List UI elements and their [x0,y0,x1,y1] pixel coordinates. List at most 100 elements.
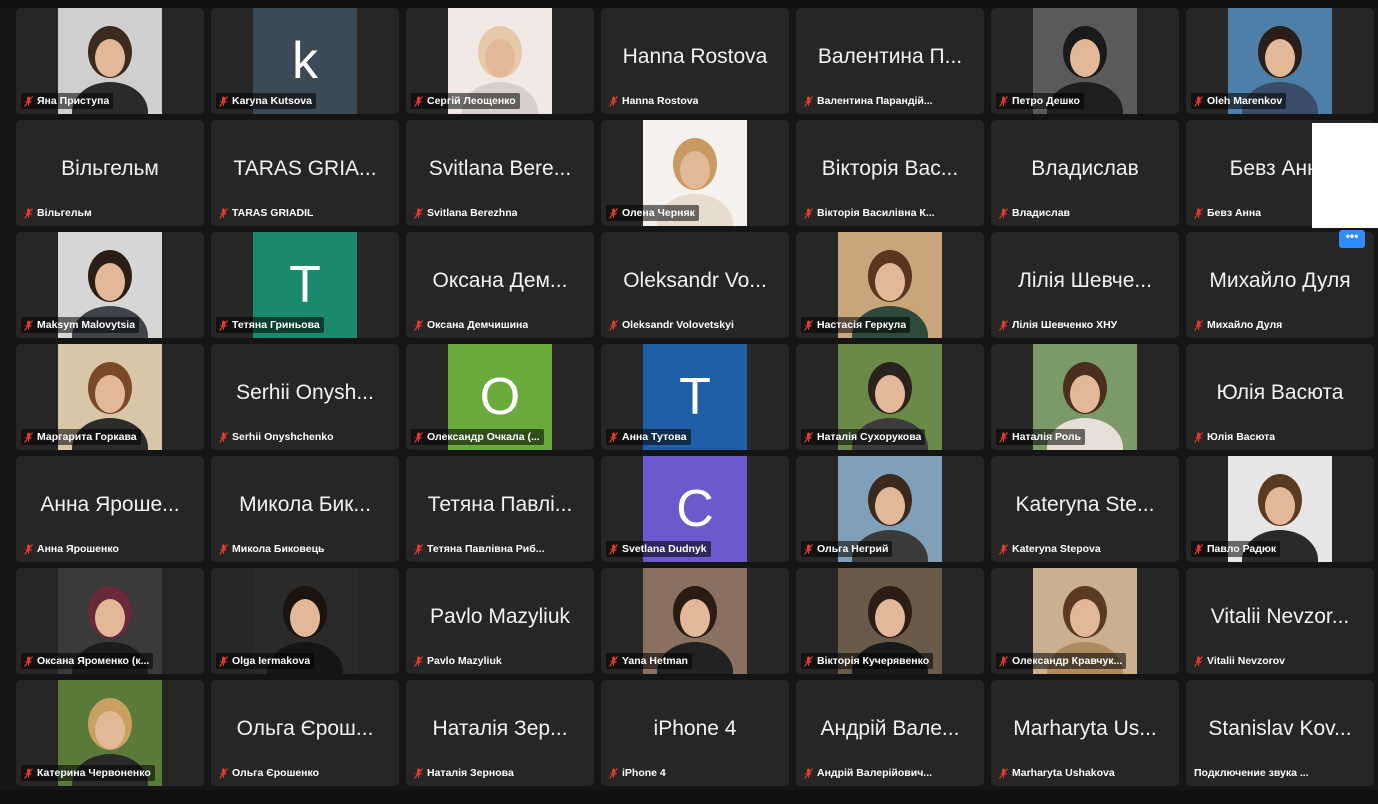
participant-name: Микола Биковець [232,543,325,555]
participant-tile[interactable]: Marharyta Us... Marharyta Ushakova [991,680,1179,786]
participant-tile[interactable]: Svitlana Bere... Svitlana Berezhna [406,120,594,226]
participant-name-label: Подключение звука ... [1191,765,1313,781]
participant-name: Олександр Очкала (... [427,431,540,443]
participant-tile[interactable]: Stanislav Kov... Подключение звука ... [1186,680,1374,786]
participant-tile[interactable]: C Svetlana Dudnyk [601,456,789,562]
participant-tile[interactable]: Вікторія Кучерявенко [796,568,984,674]
participant-name: Маргарита Горкава [37,431,137,443]
participant-name-label: Hanna Rostova [606,93,702,109]
ellipsis-icon: ••• [1345,229,1359,243]
mic-muted-icon [414,319,423,331]
participant-tile[interactable]: Serhii Onysh... Serhii Onyshchenko [211,344,399,450]
mic-muted-icon [219,95,228,107]
participant-tile[interactable]: Олександр Кравчук... [991,568,1179,674]
participant-name: Вікторія Кучерявенко [817,655,930,667]
mic-muted-icon [1194,95,1203,107]
participant-display-name: TARAS GRIA... [233,157,377,180]
participant-name-label: Павло Радюк [1191,541,1281,557]
participant-tile[interactable]: Оксана Дем... Оксана Демчишина [406,232,594,338]
participant-name-label: Svitlana Berezhna [411,205,521,221]
participant-name: Svetlana Dudnyk [622,543,707,555]
participant-tile[interactable]: Oleksandr Vo... Oleksandr Volovetskyi [601,232,789,338]
participant-tile[interactable]: Настасія Геркула [796,232,984,338]
participant-tile[interactable]: Oleh Marenkov [1186,8,1374,114]
participant-tile[interactable]: Яна Приступа [16,8,204,114]
participant-name-label: Катерина Червоненко [21,765,155,781]
participant-name: Vitalii Nevzorov [1207,655,1286,667]
participant-tile[interactable]: Катерина Червоненко [16,680,204,786]
participant-tile[interactable]: Maksym Malovytsia [16,232,204,338]
participant-tile[interactable]: Олена Черняк [601,120,789,226]
participant-tile[interactable]: Андрій Вале... Андрій Валерійович... [796,680,984,786]
participant-display-name: Vitalii Nevzor... [1210,605,1350,628]
participant-tile[interactable]: Лілія Шевче... Лілія Шевченко ХНУ [991,232,1179,338]
participant-tile[interactable]: Валентина П... Валентина Парандій... [796,8,984,114]
participant-display-name: Marharyta Us... [1013,717,1157,740]
participant-name-label: Оксана Яроменко (к... [21,653,154,669]
mic-muted-icon [609,655,618,667]
participant-name-label: Оксана Демчишина [411,317,532,333]
participant-name: Olga Iermakova [232,655,311,667]
mic-muted-icon [414,95,423,107]
participant-tile[interactable]: Наталія Зер... Наталія Зернова [406,680,594,786]
participant-tile[interactable]: k Karyna Kutsova [211,8,399,114]
mic-muted-icon [1194,655,1203,667]
more-options-button[interactable]: ••• [1339,230,1365,248]
participant-tile[interactable]: Юлія Васюта Юлія Васюта [1186,344,1374,450]
mic-muted-icon [414,543,423,555]
participant-tile[interactable]: TARAS GRIA... TARAS GRIADIL [211,120,399,226]
participant-tile[interactable]: iPhone 4 iPhone 4 [601,680,789,786]
participant-name-label: Владислав [996,205,1074,221]
participant-display-name: Тетяна Павлі... [427,493,573,516]
mic-muted-icon [24,319,33,331]
participant-gallery: Яна Приступа k Karyna Kutsova Сергій Леощен… [16,8,1374,786]
participant-tile[interactable]: Маргарита Горкава [16,344,204,450]
participant-name-label: Юлія Васюта [1191,429,1279,445]
participant-tile[interactable]: Olga Iermakova [211,568,399,674]
participant-tile[interactable]: Hanna Rostova Hanna Rostova [601,8,789,114]
participant-tile[interactable]: Vitalii Nevzor... Vitalii Nevzorov [1186,568,1374,674]
participant-tile[interactable]: Владислав Владислав [991,120,1179,226]
participant-name-label: Oleksandr Volovetskyi [606,317,738,333]
mic-muted-icon [1194,319,1203,331]
participant-name: Yana Hetman [622,655,688,667]
participant-name: Наталія Роль [1012,431,1082,443]
participant-tile[interactable]: Yana Hetman [601,568,789,674]
participant-name-label: Svetlana Dudnyk [606,541,711,557]
mic-muted-icon [999,543,1008,555]
participant-tile[interactable]: Тетяна Павлі... Тетяна Павлівна Риб... [406,456,594,562]
participant-name-label: Тетяна Гриньова [216,317,324,333]
participant-tile[interactable]: Павло Радюк [1186,456,1374,562]
mic-muted-icon [804,319,813,331]
participant-tile[interactable]: Ольга Єрош... Ольга Єрошенко [211,680,399,786]
participant-name: Яна Приступа [37,95,110,107]
participant-tile[interactable]: Оксана Яроменко (к... [16,568,204,674]
participant-name: Тетяна Павлівна Риб... [427,543,545,555]
participant-name-label: Yana Hetman [606,653,692,669]
participant-tile[interactable]: Kateryna Ste... Kateryna Stepova [991,456,1179,562]
participant-tile[interactable]: O Олександр Очкала (... [406,344,594,450]
participant-tile[interactable]: Вікторія Вас... Вікторія Василівна К... [796,120,984,226]
participant-tile[interactable]: Наталія Роль [991,344,1179,450]
participant-tile[interactable]: Вільгельм Вільгельм [16,120,204,226]
participant-name-label: Михайло Дуля [1191,317,1286,333]
mic-muted-icon [1194,207,1203,219]
participant-tile[interactable]: T Анна Тутова [601,344,789,450]
participant-display-name: Наталія Зер... [432,717,568,740]
participant-display-name: Михайло Дуля [1209,269,1351,292]
participant-display-name: iPhone 4 [653,717,737,740]
participant-tile[interactable]: Сергій Леощенко [406,8,594,114]
participant-tile[interactable]: Наталія Сухорукова [796,344,984,450]
participant-tile[interactable]: T Тетяна Гриньова [211,232,399,338]
participant-tile[interactable]: Анна Ярoше... Анна Ярошенко [16,456,204,562]
participant-name: Олександр Кравчук... [1012,655,1123,667]
mic-muted-icon [804,767,813,779]
participant-tile[interactable]: Микола Бик... Микола Биковець [211,456,399,562]
participant-tile[interactable]: Петро Дешко [991,8,1179,114]
participant-display-name: Анна Ярoше... [40,493,180,516]
participant-tile[interactable]: Ольга Негрий [796,456,984,562]
participant-display-name: Оксана Дем... [432,269,568,292]
participant-tile[interactable]: Pavlo Mazyliuk Pavlo Mazyliuk [406,568,594,674]
participant-name: Наталія Зернова [427,767,514,779]
participant-display-name: Kateryna Ste... [1015,493,1155,516]
